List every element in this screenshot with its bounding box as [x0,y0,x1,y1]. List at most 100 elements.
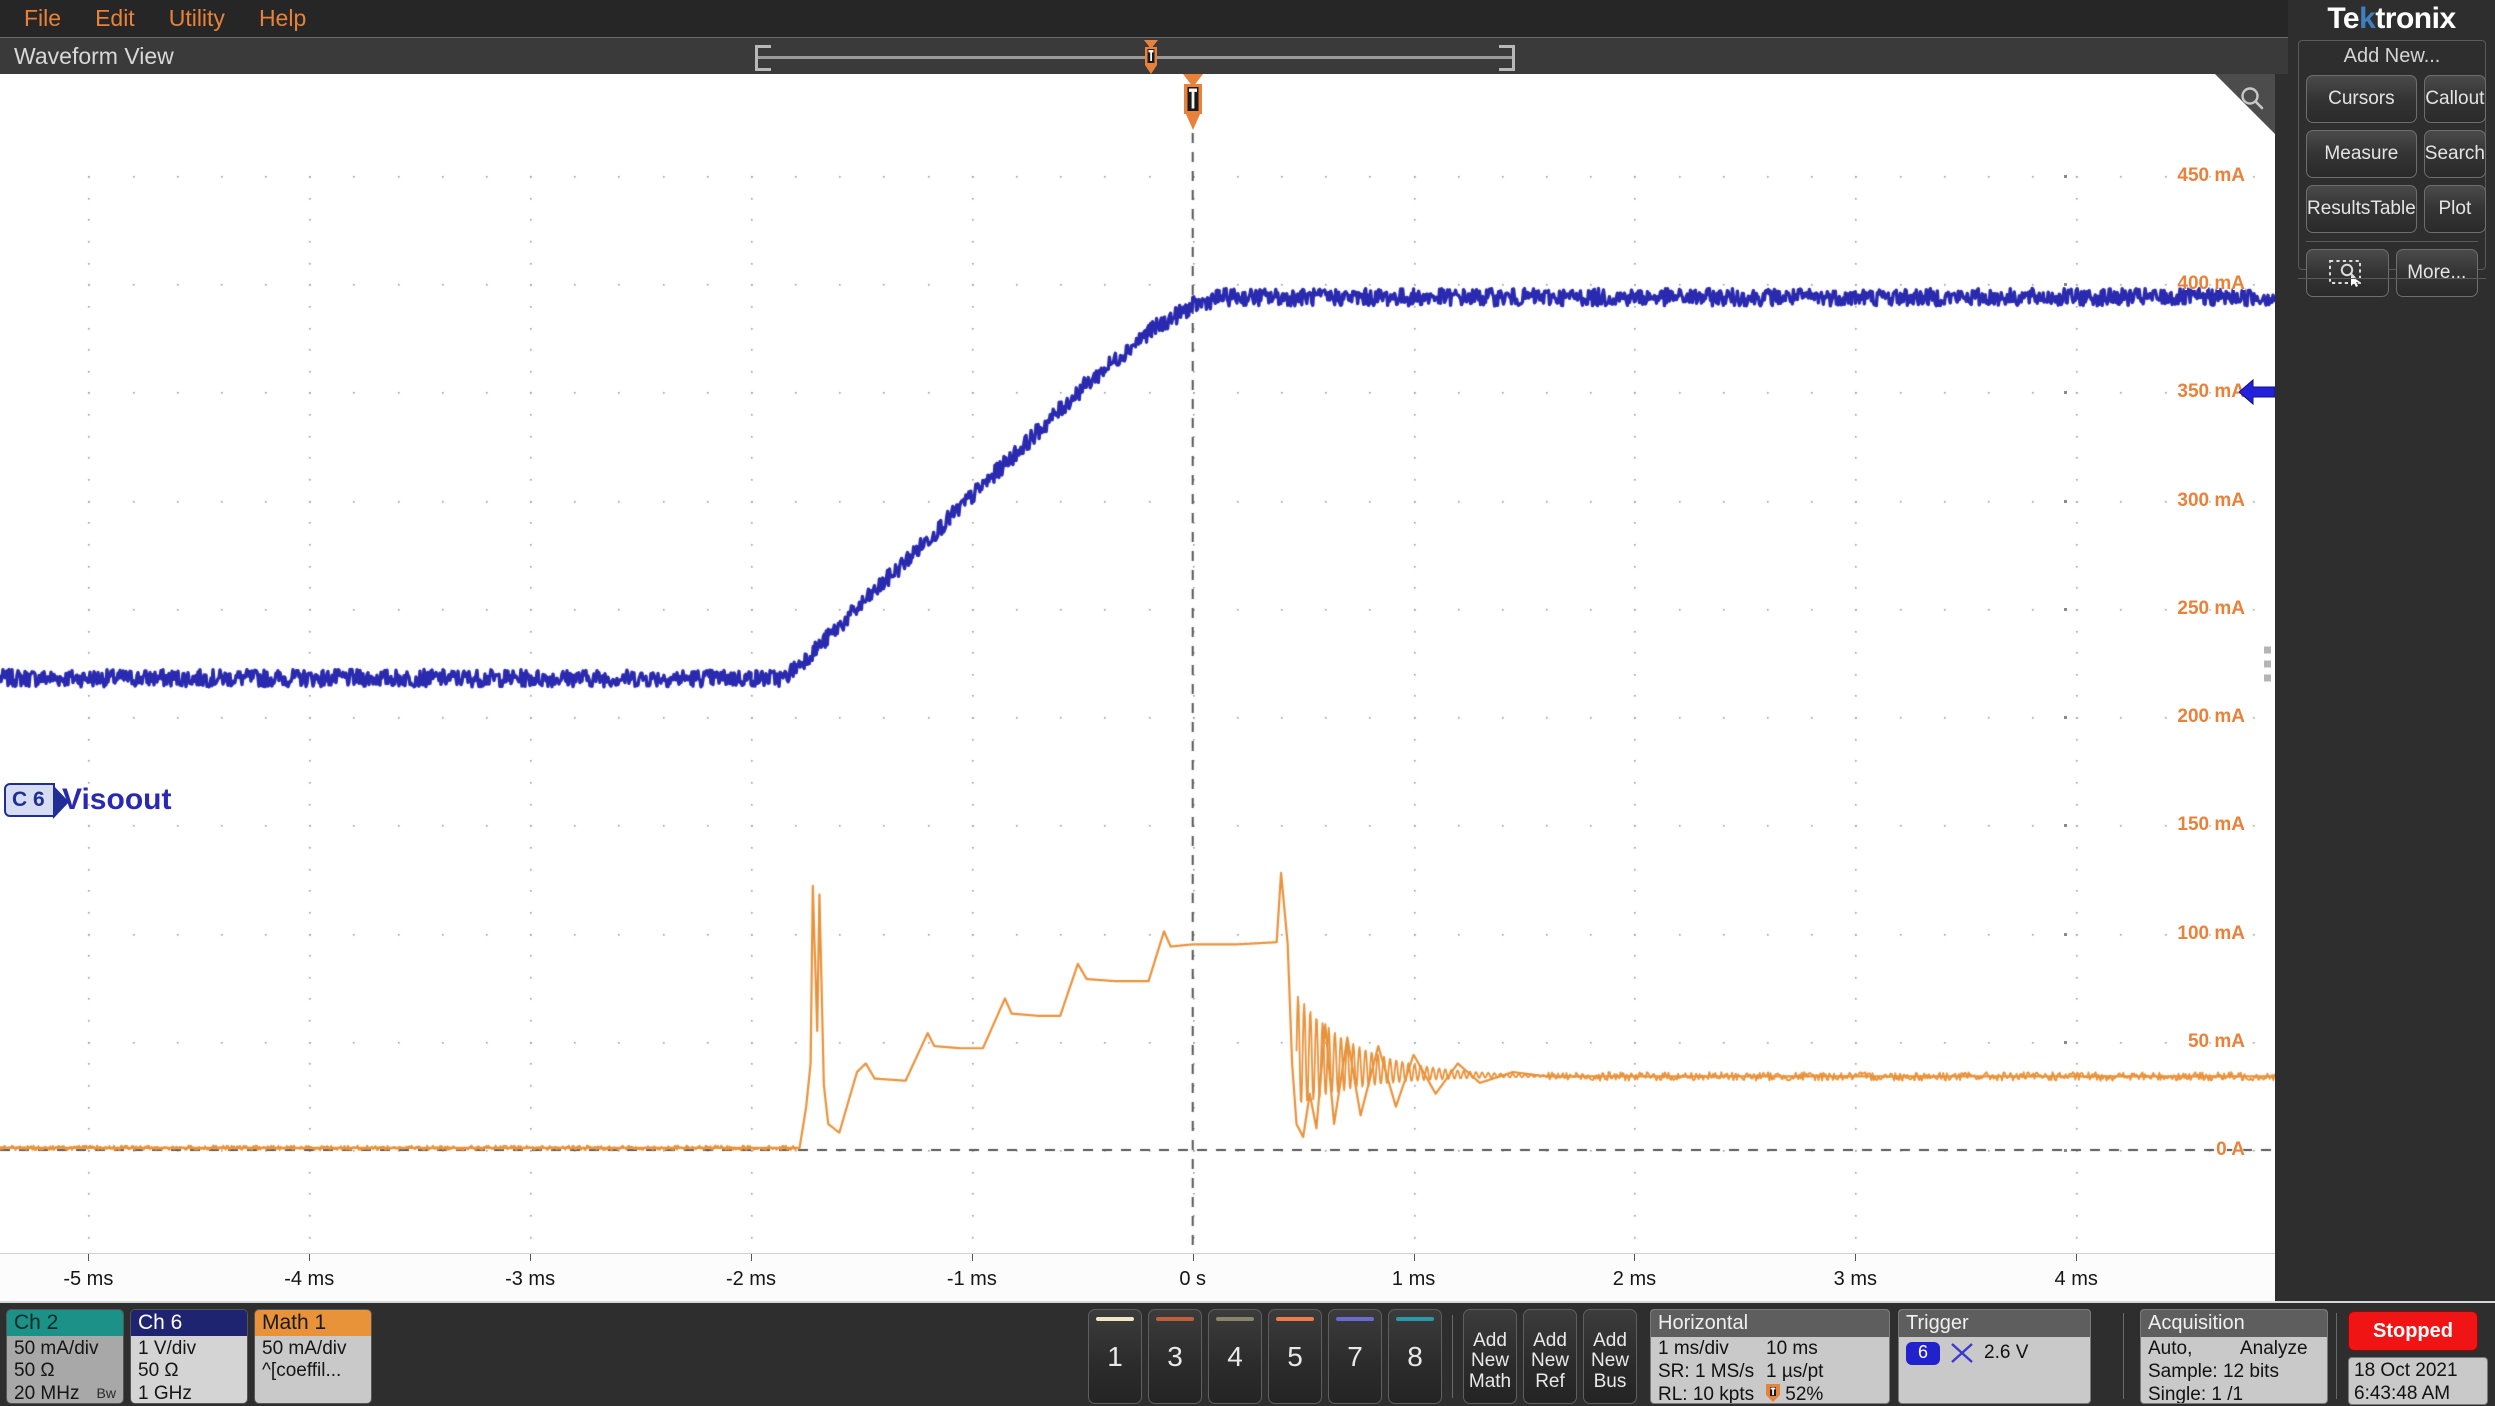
add-results-table-button[interactable]: Results Table [2306,185,2417,233]
time-tick-mark [1413,1254,1415,1261]
acquisition-analyze: Analyze [2240,1338,2308,1359]
record-overview-strip[interactable] [755,40,1515,74]
math1-expression: ^[coeffil... [262,1360,342,1382]
add-cursors-button[interactable]: Cursors [2306,75,2417,123]
ch2-impedance: 50 Ω [14,1360,55,1382]
horizontal-record-length: RL: 10 kpts [1658,1383,1755,1404]
horizontal-row-scale: 1 ms/div 10 ms [1658,1338,1883,1361]
time-tick-mark [971,1254,973,1261]
axis-tick-mark [2064,607,2067,611]
button-line: Table [2370,198,2416,220]
channel-button-5[interactable]: 5 [1268,1309,1322,1404]
waveform-plot-area[interactable]: 450 mA 400 mA 350 mA 300 mA 250 mA 200 mA 150 … [0,74,2275,1253]
oscilloscope-app: File Edit Utility Help Waveform View 450… [0,0,2495,1406]
waveform-view-label: Waveform View [14,43,174,69]
channel-badge-ch2[interactable]: Ch 2 50 mA/div 50 Ω 20 MHz Bᴡ [6,1309,124,1404]
overview-right-bracket[interactable] [1499,45,1515,71]
horizontal-panel-body: 1 ms/div 10 ms SR: 1 MS/s 1 µs/pt RL: 10… [1651,1337,1889,1404]
add-new-secondary-grid: More... [2299,242,2485,297]
add-plot-button[interactable]: Plot [2423,185,2486,233]
menu-item-file[interactable]: File [12,0,73,37]
acquisition-row-mode: Auto, Analyze [2148,1338,2321,1361]
run-stop-status-button[interactable]: Stopped [2348,1311,2478,1351]
time-axis: -5 ms -4 ms -3 ms -2 ms -1 ms 0 s 1 ms 2 ms 3 ms… [0,1253,2275,1301]
horizontal-row-sr: SR: 1 MS/s 1 µs/pt [1658,1361,1883,1384]
time-axis-label: 2 ms [1612,1268,1657,1290]
trigger-source-badge[interactable]: 6 [1906,1341,1940,1365]
trigger-settings-panel[interactable]: Trigger 6 2.6 V [1898,1309,2091,1404]
plot-trigger-marker-icon[interactable] [1180,74,1206,130]
zoom-area-icon [2329,260,2362,287]
axis-tick-mark [2064,824,2067,828]
horizontal-position-wrap: 52% [1766,1383,1823,1403]
add-new-title: Add New... [2343,45,2441,67]
button-add-new-math[interactable]: Add New Math [1463,1309,1517,1404]
drag-dot [2264,674,2271,681]
ch2-bw-limit-icon: Bᴡ [96,1385,116,1402]
mini-trigger-position-icon [1766,1383,1780,1402]
time-axis-label: -4 ms [284,1268,335,1290]
channel-button-label: 8 [1407,1340,1423,1372]
horizontal-row-rl: RL: 10 kpts 52% [1658,1383,1883,1404]
channel-badge-ch6-body: 1 V/div 50 Ω 1 GHz [131,1336,247,1404]
channel-badge-math1-title: Math 1 [255,1310,371,1336]
overview-left-bracket[interactable] [755,45,771,71]
axis-tick-mark [2064,1149,2067,1152]
datetime-display: 18 Oct 2021 6:43:48 AM [2348,1357,2488,1405]
zoom-corner-button[interactable] [2215,74,2275,134]
bottom-separator-1 [2123,1313,2124,1399]
axis-tick-label-450: 450 mA [2177,165,2245,186]
drag-dot [2264,660,2271,667]
drag-dots-icon[interactable] [2264,646,2271,681]
acquisition-single: Single: 1 /1 [2148,1383,2244,1404]
zoom-area-icon-button[interactable] [2306,249,2389,297]
horizontal-settings-panel[interactable]: Horizontal 1 ms/div 10 ms SR: 1 MS/s 1 µ… [1650,1309,1890,1404]
axis-tick-label-200: 200 mA [2177,706,2245,728]
ch2-scale: 50 mA/div [14,1338,99,1359]
menu-bar: File Edit Utility Help [0,0,2288,37]
time-tick-mark [530,1254,532,1261]
ch6-bandwidth: 1 GHz [138,1382,192,1404]
overview-record-line [755,56,1515,59]
menu-item-utility[interactable]: Utility [157,0,237,37]
time-axis-label: -2 ms [725,1268,776,1290]
channel-color-bar [1216,1317,1254,1321]
ch6-impedance: 50 Ω [138,1360,179,1382]
channel-button-label: 3 [1167,1340,1183,1372]
bottom-status-bar: Ch 2 50 mA/div 50 Ω 20 MHz Bᴡ Ch 6 1 V/d… [0,1301,2495,1406]
channel-button-1[interactable]: 1 [1088,1309,1142,1404]
channel-color-bar [1276,1317,1314,1321]
acquisition-settings-panel[interactable]: Acquisition Auto, Analyze Sample: 12 bit… [2140,1309,2328,1404]
time-axis-label: 3 ms [1833,1268,1877,1290]
channel-badge-math1[interactable]: Math 1 50 mA/div ^[coeffil... [254,1309,372,1404]
waveform-label-visoout: Visoout [62,783,172,816]
time-tick-mark [750,1254,752,1261]
menu-item-edit[interactable]: Edit [83,0,147,37]
time-tick-mark [309,1254,311,1261]
logo-accent-k: k [2359,2,2376,35]
channel-badge-ch6-title: Ch 6 [131,1310,247,1336]
trigger-level-arrow-icon[interactable] [2239,377,2275,407]
channel-badge-ch6[interactable]: Ch 6 1 V/div 50 Ω 1 GHz [130,1309,248,1404]
add-measure-button[interactable]: Measure [2306,130,2417,178]
more-button[interactable]: More... [2395,249,2478,297]
status-date: 18 Oct 2021 [2354,1360,2458,1381]
axis-tick-mark [2064,175,2067,178]
channel-button-label: 4 [1227,1340,1243,1372]
channel-button-label: 7 [1347,1340,1363,1372]
add-search-button[interactable]: Search [2423,130,2486,178]
button-add-new-bus[interactable]: Add New Bus [1583,1309,1637,1404]
axis-tick-label-350: 350 mA [2177,381,2245,403]
channel-button-4[interactable]: 4 [1208,1309,1262,1404]
channel-button-3[interactable]: 3 [1148,1309,1202,1404]
channel-button-label: 1 [1107,1340,1123,1372]
button-add-new-ref[interactable]: Add New Ref [1523,1309,1577,1404]
menu-item-help[interactable]: Help [247,0,318,37]
bottom-separator-2 [2336,1313,2337,1399]
overview-trigger-marker-icon[interactable] [1142,40,1160,74]
add-callout-button[interactable]: Callout [2423,75,2486,123]
trigger-level: 2.6 V [1984,1341,2029,1363]
channel-button-7[interactable]: 7 [1328,1309,1382,1404]
channel-handle-ch6[interactable]: C 6 [4,783,69,819]
channel-button-8[interactable]: 8 [1388,1309,1442,1404]
